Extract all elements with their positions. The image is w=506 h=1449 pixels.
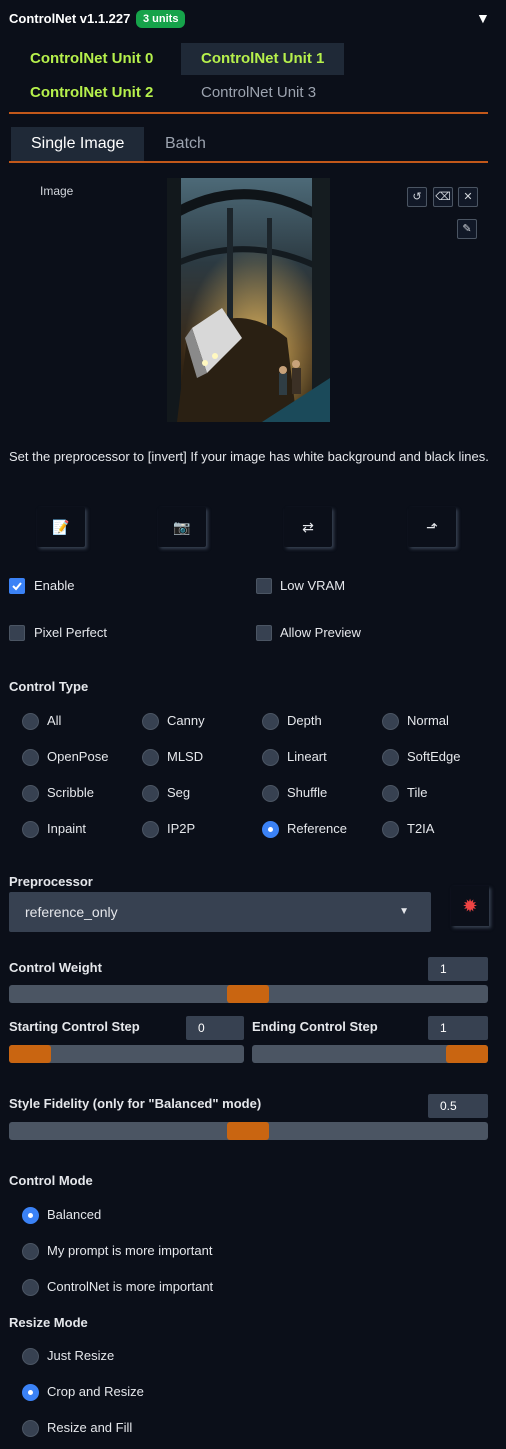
preprocessor-value: reference_only	[25, 904, 118, 920]
starting-step-input[interactable]: 0	[186, 1016, 244, 1040]
ending-step-slider[interactable]	[252, 1045, 488, 1063]
control-type-option-label: Reference	[287, 821, 347, 836]
tab-batch[interactable]: Batch	[165, 127, 206, 161]
image-label: Image	[40, 184, 74, 198]
brush-icon[interactable]: ✎	[457, 219, 477, 239]
style-fidelity-slider-thumb[interactable]	[227, 1122, 269, 1140]
starting-step-slider-thumb[interactable]	[9, 1045, 51, 1063]
control-type-label: Control Type	[9, 679, 89, 694]
control-type-radio[interactable]	[142, 821, 159, 838]
resize-mode-option-label: Resize and Fill	[47, 1420, 133, 1435]
undo-icon[interactable]: ↺	[407, 187, 427, 207]
ending-step-input[interactable]: 1	[428, 1016, 488, 1040]
control-type-radio[interactable]	[22, 785, 39, 802]
control-type-option-label: Scribble	[47, 785, 94, 800]
control-type-radio[interactable]	[22, 821, 39, 838]
camera-icon[interactable]: 📷	[158, 507, 206, 547]
control-mode-radio[interactable]	[22, 1243, 39, 1260]
control-type-option-label: OpenPose	[47, 749, 109, 764]
low-vram-checkbox[interactable]	[256, 578, 272, 594]
control-type-radio[interactable]	[262, 821, 279, 838]
control-type-option-label: Lineart	[287, 749, 327, 764]
control-type-radio[interactable]	[382, 713, 399, 730]
enable-checkbox[interactable]	[9, 578, 25, 594]
control-weight-slider-thumb[interactable]	[227, 985, 269, 1003]
control-type-option-label: All	[47, 713, 62, 728]
control-type-option-label: Depth	[287, 713, 322, 728]
control-mode-option-label: Balanced	[47, 1207, 102, 1222]
burst-icon[interactable]: ✹	[451, 886, 489, 926]
control-weight-slider[interactable]	[9, 985, 488, 1003]
panel-title: ControlNet v1.1.227	[9, 11, 131, 26]
collapse-toggle-icon[interactable]: ▼	[476, 10, 490, 26]
starting-step-slider[interactable]	[9, 1045, 244, 1063]
control-type-option-label: Shuffle	[287, 785, 328, 800]
tab-unit-2[interactable]: ControlNet Unit 2	[30, 77, 153, 109]
control-mode-label: Control Mode	[9, 1173, 93, 1188]
tab-unit-0[interactable]: ControlNet Unit 0	[30, 43, 153, 75]
control-type-option-label: T2IA	[407, 821, 435, 836]
control-type-option-label: IP2P	[167, 821, 196, 836]
control-type-radio[interactable]	[382, 749, 399, 766]
tab-single-image[interactable]: Single Image	[11, 127, 145, 161]
new-canvas-icon[interactable]: 📝	[37, 507, 85, 547]
control-type-option-label: Inpaint	[47, 821, 87, 836]
resize-mode-radio[interactable]	[22, 1384, 39, 1401]
control-type-option-label: Canny	[167, 713, 205, 728]
control-type-radio[interactable]	[142, 785, 159, 802]
control-type-option-label: Tile	[407, 785, 428, 800]
resize-mode-option-label: Just Resize	[47, 1348, 115, 1363]
units-badge: 3 units	[136, 10, 186, 28]
control-mode-radio[interactable]	[22, 1207, 39, 1224]
preprocessor-hint: Set the preprocessor to [invert] If your…	[9, 449, 489, 464]
control-type-radio[interactable]	[262, 785, 279, 802]
chevron-down-icon: ▼	[399, 906, 409, 917]
resize-mode-option-label: Crop and Resize	[47, 1384, 144, 1399]
control-type-radio[interactable]	[382, 785, 399, 802]
ending-step-label: Ending Control Step	[252, 1019, 378, 1034]
swap-icon[interactable]: ⇄	[284, 507, 332, 547]
pixel-perfect-label: Pixel Perfect	[34, 625, 107, 640]
control-weight-label: Control Weight	[9, 960, 102, 975]
ending-step-slider-thumb[interactable]	[446, 1045, 488, 1063]
image-tabs-divider	[9, 161, 488, 163]
unit-tabs-divider	[9, 112, 488, 114]
style-fidelity-label: Style Fidelity (only for "Balanced" mode…	[9, 1096, 262, 1111]
control-type-radio[interactable]	[262, 713, 279, 730]
resize-mode-label: Resize Mode	[9, 1315, 88, 1330]
preprocessor-select[interactable]: reference_only ▼	[9, 892, 431, 932]
preprocessor-label: Preprocessor	[9, 874, 93, 889]
close-icon[interactable]: ✕	[458, 187, 478, 207]
starting-step-label: Starting Control Step	[9, 1019, 140, 1034]
low-vram-label: Low VRAM	[280, 578, 346, 593]
control-weight-input[interactable]: 1	[428, 957, 488, 981]
resize-mode-radio[interactable]	[22, 1420, 39, 1437]
control-type-option-label: Seg	[167, 785, 191, 800]
control-type-option-label: SoftEdge	[407, 749, 461, 764]
tab-unit-1[interactable]: ControlNet Unit 1	[181, 43, 345, 75]
control-type-radio[interactable]	[22, 713, 39, 730]
reference-image[interactable]	[167, 178, 330, 422]
control-type-option-label: MLSD	[167, 749, 204, 764]
control-type-option-label: Normal	[407, 713, 449, 728]
control-type-radio[interactable]	[382, 821, 399, 838]
style-fidelity-slider[interactable]	[9, 1122, 488, 1140]
control-type-radio[interactable]	[22, 749, 39, 766]
style-fidelity-input[interactable]: 0.5	[428, 1094, 488, 1118]
control-type-radio[interactable]	[142, 713, 159, 730]
pixel-perfect-checkbox[interactable]	[9, 625, 25, 641]
resize-mode-radio[interactable]	[22, 1348, 39, 1365]
control-type-radio[interactable]	[142, 749, 159, 766]
enable-label: Enable	[34, 578, 75, 593]
control-mode-option-label: ControlNet is more important	[47, 1279, 214, 1294]
tab-unit-3[interactable]: ControlNet Unit 3	[201, 77, 316, 109]
allow-preview-checkbox[interactable]	[256, 625, 272, 641]
control-type-radio[interactable]	[262, 749, 279, 766]
control-mode-radio[interactable]	[22, 1279, 39, 1296]
send-dimensions-icon[interactable]: ⬏	[408, 507, 456, 547]
eraser-icon[interactable]: ⌫	[433, 187, 453, 207]
allow-preview-label: Allow Preview	[280, 625, 361, 640]
control-mode-option-label: My prompt is more important	[47, 1243, 213, 1258]
